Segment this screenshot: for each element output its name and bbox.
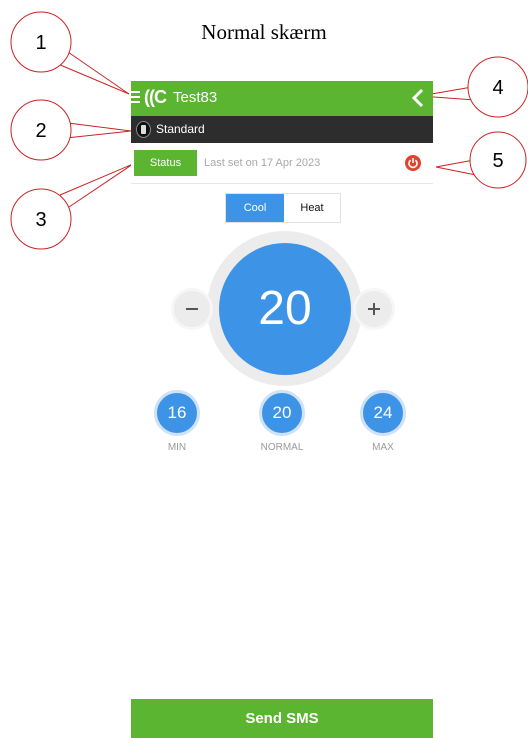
- callout-3-number: 3: [35, 209, 46, 231]
- decrease-temperature-button[interactable]: [171, 288, 213, 330]
- last-set-text: Last set on 17 Apr 2023: [204, 157, 321, 169]
- callout-1-leader-2: [67, 51, 130, 95]
- status-row: Status Last set on 17 Apr 2023: [131, 143, 433, 184]
- callout-4-number: 4: [492, 77, 503, 99]
- mode-bar: Standard: [131, 116, 433, 143]
- preset-max-value: 24: [360, 390, 406, 436]
- callout-2-leader: [67, 122, 132, 132]
- mode-label: Standard: [156, 122, 205, 136]
- preset-min[interactable]: 16 MIN: [152, 390, 202, 453]
- heat-toggle-button[interactable]: Heat: [284, 194, 340, 222]
- power-button[interactable]: [405, 155, 421, 171]
- phone-app-screen: ((C Test83 Standard Status Last set on 1…: [131, 81, 433, 738]
- callout-5-number: 5: [492, 150, 503, 172]
- temperature-display: 20: [219, 243, 351, 375]
- callout-1-number: 1: [35, 32, 46, 54]
- preset-max[interactable]: 24 MAX: [358, 390, 408, 453]
- preset-normal-label: NORMAL: [260, 442, 304, 453]
- cool-heat-toggle: Cool Heat: [225, 193, 341, 223]
- preset-normal-value: 20: [259, 390, 305, 436]
- callout-3-leader: [59, 163, 134, 196]
- cool-toggle-button[interactable]: Cool: [226, 194, 284, 222]
- callout-5-leader: [435, 159, 475, 168]
- increase-temperature-button[interactable]: [353, 288, 395, 330]
- device-title: Test83: [173, 89, 218, 106]
- callout-2-leader-2: [65, 130, 132, 139]
- minus-icon: [186, 308, 198, 310]
- chevron-left-icon[interactable]: [411, 88, 425, 108]
- app-logo: ((C: [144, 87, 167, 107]
- callout-5-leader-2: [435, 166, 477, 176]
- send-sms-button[interactable]: Send SMS: [131, 699, 433, 738]
- remote-icon: [136, 121, 151, 138]
- status-button[interactable]: Status: [134, 150, 197, 176]
- callout-1-leader: [57, 63, 130, 95]
- preset-normal[interactable]: 20 NORMAL: [257, 390, 307, 453]
- plus-icon-vertical: [373, 303, 375, 315]
- power-icon: [408, 158, 418, 169]
- preset-min-value: 16: [154, 390, 200, 436]
- callout-3-leader-2: [68, 163, 134, 208]
- hamburger-menu-icon[interactable]: [131, 91, 141, 105]
- top-bar: ((C Test83: [131, 81, 433, 116]
- preset-min-label: MIN: [167, 442, 187, 453]
- preset-max-label: MAX: [372, 442, 394, 453]
- callout-2-number: 2: [35, 120, 46, 142]
